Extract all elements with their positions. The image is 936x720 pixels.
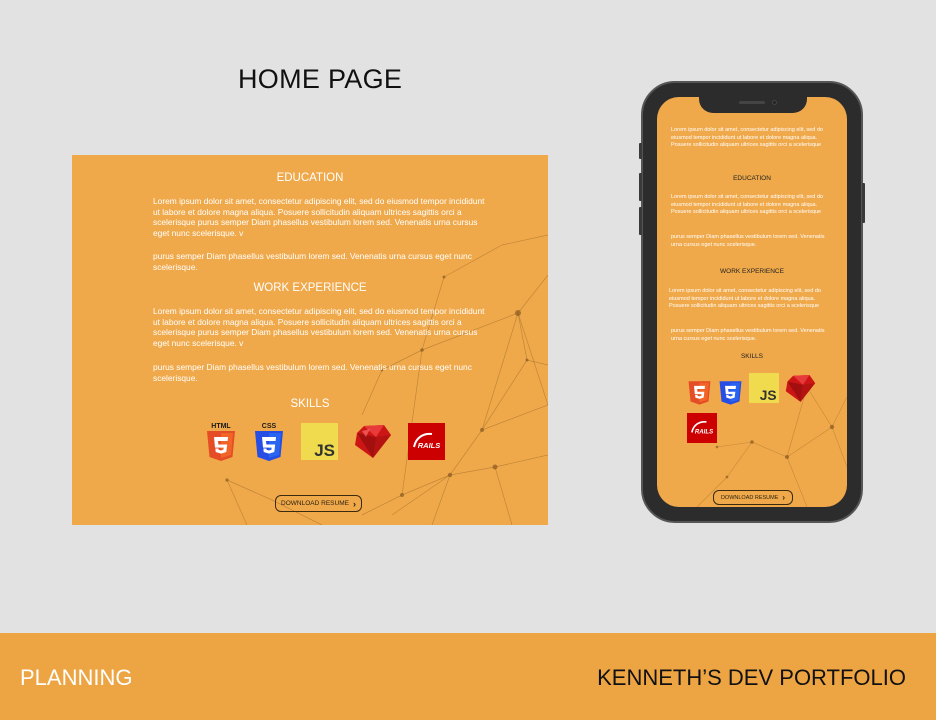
footer-planning-label: PLANNING bbox=[20, 665, 133, 690]
css3-label: CSS bbox=[262, 423, 277, 430]
mobile-work-title: WORK EXPERIENCE bbox=[720, 268, 784, 275]
work-experience-title: WORK EXPERIENCE bbox=[253, 282, 367, 294]
work-paragraph-2: purus semper Diam phasellus vestibulum l… bbox=[153, 362, 472, 383]
rails-icon: RAILS bbox=[408, 422, 445, 460]
mobile-chevron-right-icon: › bbox=[782, 493, 786, 502]
skills-icons: HTML CSS JS RAILS bbox=[205, 421, 445, 461]
desktop-mockup: EDUCATION Lorem ipsum dolor sit amet, co… bbox=[72, 155, 548, 525]
footer-bar: PLANNING KENNETH’S DEV PORTFOLIO bbox=[0, 633, 936, 720]
download-resume-button[interactable]: DOWNLOAD RESUME › bbox=[275, 495, 362, 512]
education-paragraph: Lorem ipsum dolor sit amet, consectetur … bbox=[153, 196, 485, 239]
mobile-rails-icon: RAILS bbox=[687, 413, 717, 443]
phone-power-button bbox=[862, 183, 865, 223]
mobile-js-label: JS bbox=[760, 388, 777, 403]
mobile-css3-icon bbox=[719, 381, 742, 405]
mobile-work-paragraph-2: purus semper Diam phasellus vestibulum l… bbox=[671, 328, 825, 342]
education-title: EDUCATION bbox=[276, 172, 344, 184]
mobile-education-paragraph: Lorem ipsum dolor sit amet, consectetur … bbox=[671, 194, 823, 216]
mobile-html5-icon bbox=[688, 381, 711, 405]
work-paragraph: Lorem ipsum dolor sit amet, consectetur … bbox=[153, 306, 485, 349]
mobile-download-resume-label: DOWNLOAD RESUME bbox=[720, 494, 779, 501]
download-resume-label: DOWNLOAD RESUME bbox=[281, 500, 349, 507]
javascript-icon: JS bbox=[301, 422, 338, 460]
phone-mockup: Lorem ipsum dolor sit amet, consectetur … bbox=[639, 81, 865, 523]
phone-volume-up bbox=[639, 173, 642, 201]
mobile-download-resume-button[interactable]: DOWNLOAD RESUME › bbox=[713, 490, 793, 505]
mobile-javascript-icon: JS bbox=[749, 373, 779, 403]
mobile-ruby-icon bbox=[785, 374, 816, 402]
phone-notch bbox=[699, 97, 807, 113]
html5-label: HTML bbox=[211, 423, 231, 430]
mobile-education-paragraph-2: purus semper Diam phasellus vestibulum l… bbox=[671, 234, 825, 248]
css3-icon: CSS bbox=[255, 423, 283, 461]
phone-camera bbox=[772, 100, 777, 105]
mobile-rails-label: RAILS bbox=[695, 428, 713, 435]
mobile-skills-icons: JS RAILS bbox=[687, 373, 827, 443]
phone-speaker bbox=[739, 101, 765, 104]
skills-title: SKILLS bbox=[290, 398, 330, 410]
phone-volume-down bbox=[639, 207, 642, 235]
html5-icon: HTML bbox=[207, 423, 235, 461]
education-paragraph-2: purus semper Diam phasellus vestibulum l… bbox=[153, 251, 472, 272]
mobile-intro-paragraph: Lorem ipsum dolor sit amet, consectetur … bbox=[671, 127, 823, 149]
chevron-right-icon: › bbox=[352, 498, 356, 509]
mobile-work-paragraph: Lorem ipsum dolor sit amet, consectetur … bbox=[669, 288, 821, 310]
mobile-skills-title: SKILLS bbox=[740, 353, 764, 360]
rails-label: RAILS bbox=[418, 441, 441, 450]
ruby-icon bbox=[355, 425, 391, 458]
phone-side-button bbox=[639, 143, 642, 159]
footer-portfolio-title: KENNETH’S DEV PORTFOLIO bbox=[597, 665, 906, 690]
mobile-education-title: EDUCATION bbox=[733, 175, 771, 182]
page-heading: HOME PAGE bbox=[238, 64, 403, 94]
js-label: JS bbox=[314, 441, 335, 460]
phone-screen: Lorem ipsum dolor sit amet, consectetur … bbox=[657, 97, 847, 507]
